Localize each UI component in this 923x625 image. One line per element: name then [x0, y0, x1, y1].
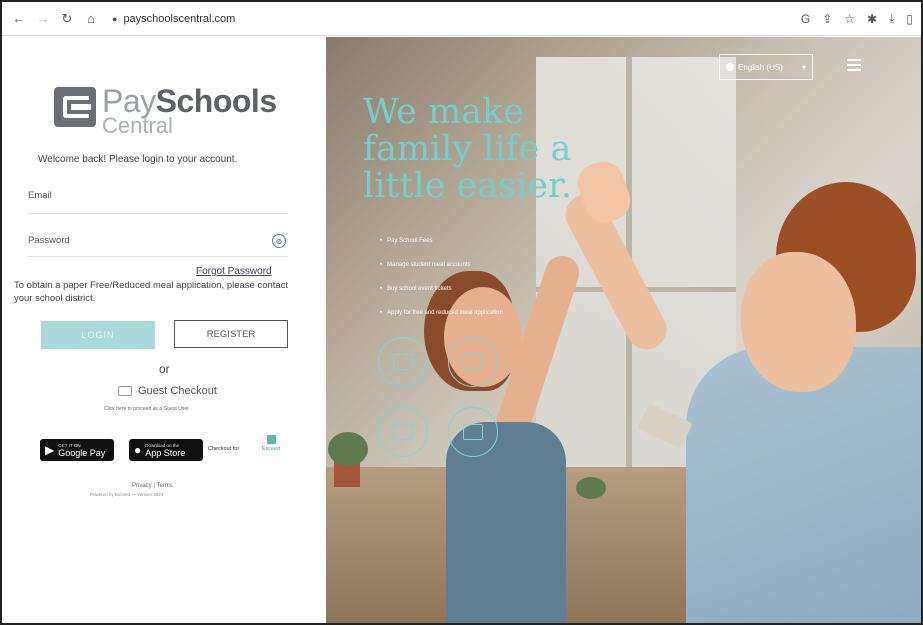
exceed-icon: [266, 435, 276, 444]
star-icon[interactable]: ☆: [844, 12, 855, 26]
exceed-label: Exceed: [261, 446, 281, 452]
forgot-password-link[interactable]: Forgot Password: [196, 266, 272, 277]
feature-list: Pay School Fees Manage student meal acco…: [380, 229, 503, 325]
cart-icon: [118, 386, 132, 396]
back-icon[interactable]: ←: [10, 10, 28, 28]
login-button[interactable]: LOGIN: [41, 321, 155, 349]
feature-item: Apply for free and reduced meal applicat…: [380, 301, 503, 325]
app-store-badge[interactable]: ● Download on the App Store: [129, 439, 203, 461]
play-icon: ▶: [45, 443, 55, 457]
plant: [576, 477, 606, 499]
apple-icon: ●: [134, 443, 142, 457]
globe-icon: [726, 63, 734, 71]
email-label: Email: [28, 190, 52, 201]
powered-by: Powered by Exceed — Version 2023: [90, 492, 164, 497]
address-bar[interactable]: ● payschoolscentral.com: [112, 13, 235, 25]
hamburger-menu-icon[interactable]: [847, 59, 861, 71]
exceed-brand[interactable]: Exceed: [259, 435, 283, 452]
browser-window: ← → ↻ ⌂ ● payschoolscentral.com G ⇪ ☆ ✱ …: [0, 0, 923, 625]
hero-panel: English (US) ▾ We make family life a lit…: [326, 37, 921, 623]
meals-feature-icon: [448, 337, 498, 387]
reload-icon[interactable]: ↻: [58, 10, 76, 28]
browser-actions: G ⇪ ☆ ✱ ⤓ ▯: [801, 11, 913, 26]
forward-icon[interactable]: →: [34, 10, 52, 28]
email-field[interactable]: [28, 213, 288, 214]
chevron-down-icon: ▾: [801, 62, 806, 72]
url-text: payschoolscentral.com: [123, 12, 236, 25]
checkout-for-text: Checkout for: [208, 446, 240, 452]
google-icon[interactable]: G: [801, 12, 810, 26]
google-pay-label: Google Pay: [58, 447, 106, 458]
sidebar-icon[interactable]: ▯: [906, 12, 913, 26]
language-label: English (US): [738, 62, 783, 72]
guest-checkout-label: Guest Checkout: [138, 385, 217, 397]
logo-mark-icon: [54, 87, 96, 127]
show-password-icon[interactable]: ⊘: [272, 234, 286, 248]
guest-note: Click here to proceed as a Guest User: [104, 406, 189, 412]
feature-item: Pay School Fees: [380, 229, 503, 253]
or-divider: or: [159, 362, 170, 376]
tickets-feature-icon: [378, 407, 428, 457]
language-selector[interactable]: English (US) ▾: [719, 54, 813, 80]
password-label: Password: [28, 235, 70, 246]
download-icon[interactable]: ⤓: [889, 11, 894, 26]
woman-face: [741, 252, 856, 392]
home-icon[interactable]: ⌂: [82, 10, 100, 28]
share-icon[interactable]: ⇪: [822, 12, 832, 26]
browser-toolbar: ← → ↻ ⌂ ● payschoolscentral.com G ⇪ ☆ ✱ …: [2, 2, 921, 36]
app-store-label: App Store: [145, 447, 186, 458]
lock-icon: ●: [112, 13, 118, 24]
register-button[interactable]: REGISTER: [174, 320, 288, 348]
application-feature-icon: [448, 407, 498, 457]
extensions-icon[interactable]: ✱: [867, 12, 877, 26]
feature-item: Manage student meal accounts: [380, 253, 503, 277]
logo-schools: Schools: [155, 83, 277, 119]
fees-feature-icon: [378, 337, 428, 387]
feature-item: Buy school event tickets: [380, 277, 503, 301]
meal-application-info: To obtain a paper Free/Reduced meal appl…: [14, 280, 289, 304]
login-panel: PaySchools Central Welcome back! Please …: [2, 37, 324, 623]
password-field[interactable]: [28, 256, 288, 257]
plant: [328, 432, 368, 466]
hero-headline: We make family life a little easier.: [363, 92, 573, 206]
privacy-terms-link[interactable]: Privacy | Terms: [132, 483, 173, 489]
payschools-logo: PaySchools Central: [54, 85, 277, 137]
guest-checkout-link[interactable]: Guest Checkout: [118, 385, 217, 397]
google-pay-badge[interactable]: ▶ GET IT ON Google Pay: [40, 439, 114, 461]
welcome-text: Welcome back! Please login to your accou…: [38, 154, 238, 165]
